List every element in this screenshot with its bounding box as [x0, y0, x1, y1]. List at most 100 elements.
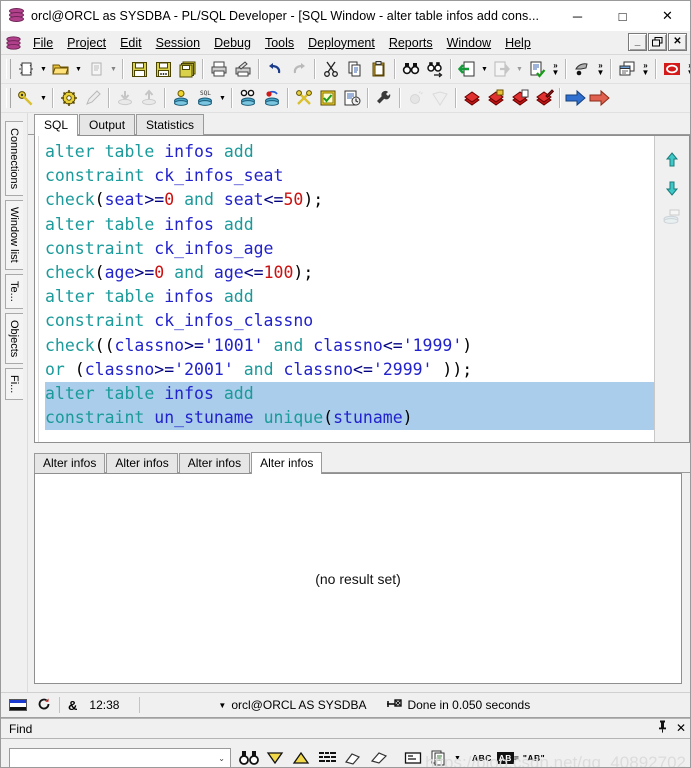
open-folder-dropdown-arrow-icon[interactable]: ▼ — [73, 57, 84, 81]
step-over-icon[interactable] — [484, 86, 508, 110]
code-line-5[interactable]: constraint ck_infos_age — [45, 237, 654, 261]
code-line-11[interactable]: alter table infos add — [45, 381, 654, 407]
result-tab-3[interactable]: Alter infos — [178, 453, 251, 473]
upload-icon[interactable] — [137, 86, 161, 110]
menu-item-tools[interactable]: Tools — [258, 33, 301, 53]
sql-dropdown-arrow-icon[interactable]: ▼ — [217, 86, 228, 110]
match-whole-word-icon[interactable]: AB = — [495, 745, 521, 767]
sql-editor[interactable]: alter table infos add constraint ck_infos… — [34, 135, 690, 443]
execute-blue-arrow-icon[interactable] — [564, 86, 588, 110]
history-icon[interactable] — [340, 86, 364, 110]
new-document-icon[interactable] — [14, 57, 38, 81]
cut-icon[interactable] — [319, 57, 343, 81]
code-line-1[interactable]: alter table infos add — [45, 140, 654, 164]
eraser-highlight-icon[interactable] — [340, 745, 366, 767]
result-tab-1[interactable]: Alter infos — [34, 453, 106, 473]
eraser-icon[interactable] — [366, 745, 392, 767]
result-pane[interactable]: (no result set) — [34, 473, 682, 684]
print-preview-icon[interactable] — [84, 57, 108, 81]
sidebar-item-files[interactable]: Fi... — [5, 367, 23, 401]
sql-code-text[interactable]: alter table infos add constraint ck_infos… — [39, 136, 654, 442]
menu-item-file[interactable]: File — [26, 33, 60, 53]
mdi-minimize-button[interactable]: _ — [628, 33, 647, 51]
mdi-close-button[interactable]: ✕ — [668, 33, 687, 51]
print-setup-icon[interactable] — [231, 57, 255, 81]
copy-results-icon[interactable] — [426, 745, 452, 767]
run-to-cursor-icon[interactable] — [532, 86, 556, 110]
find-panel-close-icon[interactable]: ✕ — [676, 721, 686, 735]
import-icon[interactable] — [455, 57, 479, 81]
gear-icon[interactable] — [57, 86, 81, 110]
pen-icon[interactable] — [81, 86, 105, 110]
menu-item-debug[interactable]: Debug — [207, 33, 258, 53]
editor-result-splitter[interactable] — [34, 443, 690, 452]
paste-icon[interactable] — [367, 57, 391, 81]
match-case-icon[interactable]: ABC — [469, 745, 495, 767]
book-disabled-icon[interactable] — [428, 86, 452, 110]
copy-icon[interactable] — [343, 57, 367, 81]
code-line-6[interactable]: check(age>=0 and age<=100); — [45, 261, 654, 285]
menu-item-reports[interactable]: Reports — [382, 33, 440, 53]
key-dropdown-arrow-icon[interactable]: ▼ — [38, 86, 49, 110]
window-list-overflow-chevron-icon[interactable]: » ▼ — [639, 57, 652, 81]
tab-sql[interactable]: SQL — [34, 114, 79, 136]
code-line-2[interactable]: constraint ck_infos_seat — [45, 164, 654, 188]
execute-red-arrow-icon[interactable] — [588, 86, 612, 110]
menu-item-session[interactable]: Session — [149, 33, 207, 53]
code-line-10[interactable]: or (classno>='2001' and classno<='2999' … — [45, 358, 654, 382]
print-icon[interactable] — [207, 57, 231, 81]
close-button[interactable]: ✕ — [645, 1, 690, 31]
scroll-down-arrow-icon[interactable] — [659, 174, 685, 202]
refresh-icon[interactable] — [37, 697, 51, 714]
step-icon[interactable] — [460, 86, 484, 110]
find-up-icon[interactable] — [288, 745, 314, 767]
debug-overflow-chevron-icon[interactable]: » ▼ — [594, 57, 607, 81]
save-as-icon[interactable] — [151, 57, 175, 81]
new-document-dropdown-arrow-icon[interactable]: ▼ — [38, 57, 49, 81]
rollback-icon[interactable] — [260, 86, 284, 110]
replace-icon[interactable] — [400, 745, 426, 767]
toolbar-overflow-chevron-icon[interactable]: » ▼ — [549, 57, 562, 81]
regex-icon[interactable]: "AB" — [521, 745, 547, 767]
mdi-restore-button[interactable] — [648, 33, 667, 51]
code-line-12[interactable]: constraint un_stuname unique(stuname) — [45, 406, 654, 431]
menu-item-project[interactable]: Project — [60, 33, 113, 53]
undo-icon[interactable] — [263, 57, 287, 81]
stop-icon[interactable] — [660, 57, 684, 81]
maximize-button[interactable]: □ — [600, 1, 645, 31]
toolbar-grip[interactable] — [6, 59, 11, 79]
menu-item-help[interactable]: Help — [498, 33, 538, 53]
export-icon[interactable] — [490, 57, 514, 81]
find-next-icon[interactable] — [423, 57, 447, 81]
tab-statistics[interactable]: Statistics — [136, 114, 205, 135]
crossed-keys-icon[interactable] — [292, 86, 316, 110]
result-tab-2[interactable]: Alter infos — [106, 453, 178, 473]
binoculars-find-icon[interactable] — [236, 745, 262, 767]
check-document-icon[interactable] — [525, 57, 549, 81]
sidebar-item-connections[interactable]: Connections — [5, 121, 23, 197]
import-dropdown-arrow-icon[interactable]: ▼ — [479, 57, 490, 81]
highlight-all-icon[interactable] — [314, 745, 340, 767]
explain-plan-icon[interactable] — [169, 86, 193, 110]
scroll-up-arrow-icon[interactable] — [659, 146, 685, 174]
save-all-icon[interactable] — [175, 57, 199, 81]
pin-icon[interactable] — [657, 720, 668, 736]
checklist-icon[interactable] — [316, 86, 340, 110]
step-into-icon[interactable] — [508, 86, 532, 110]
test-icon[interactable] — [236, 86, 260, 110]
tab-output[interactable]: Output — [79, 114, 136, 135]
code-line-9[interactable]: check((classno>='1001' and classno<='199… — [45, 334, 654, 358]
app-database-icon[interactable] — [6, 35, 22, 51]
result-tab-4[interactable]: Alter infos — [251, 452, 323, 474]
copy-results-dropdown-arrow-icon[interactable]: ▼ — [452, 745, 463, 767]
minimize-button[interactable]: ─ — [555, 1, 600, 31]
database-disabled-icon[interactable] — [659, 202, 685, 230]
redo-icon[interactable] — [287, 57, 311, 81]
find-input[interactable]: ⌄ — [9, 748, 231, 767]
find-text-field[interactable] — [13, 749, 217, 767]
save-icon[interactable] — [127, 57, 151, 81]
sql-icon[interactable]: SQL — [193, 86, 217, 110]
key-icon[interactable] — [14, 86, 38, 110]
window-list-icon[interactable] — [615, 57, 639, 81]
stop-overflow-chevron-icon[interactable]: »▼ — [684, 57, 690, 81]
